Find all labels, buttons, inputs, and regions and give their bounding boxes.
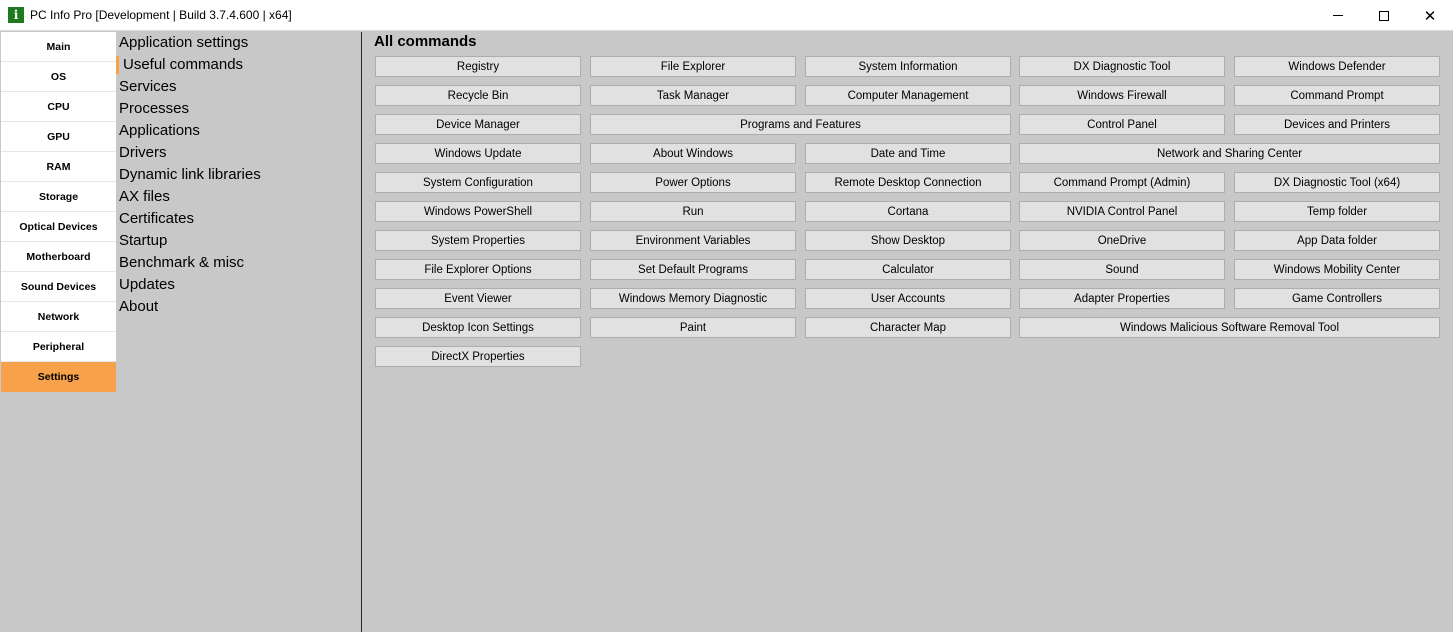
command-button-user-accounts[interactable]: User Accounts — [805, 288, 1011, 309]
nav-item-settings[interactable]: Settings — [1, 362, 116, 392]
left-nav: Main OS CPU GPU RAM Storage Optical Devices Mot… — [1, 32, 116, 632]
settings-item-certificates[interactable]: Certificates — [116, 208, 361, 230]
command-button-command-prompt-admin[interactable]: Command Prompt (Admin) — [1019, 172, 1225, 193]
command-button-windows-malicious-software-removal-tool[interactable]: Windows Malicious Software Removal Tool — [1019, 317, 1440, 338]
section-title: All commands — [374, 33, 477, 50]
command-button-cortana[interactable]: Cortana — [805, 201, 1011, 222]
command-button-system-information[interactable]: System Information — [805, 56, 1011, 77]
command-button-windows-mobility-center[interactable]: Windows Mobility Center — [1234, 259, 1440, 280]
nav-item-storage[interactable]: Storage — [1, 182, 116, 212]
command-button-computer-management[interactable]: Computer Management — [805, 85, 1011, 106]
command-button-system-configuration[interactable]: System Configuration — [375, 172, 581, 193]
commands-panel: All commands Registry File Explorer System… — [363, 32, 1453, 632]
command-button-set-default-programs[interactable]: Set Default Programs — [590, 259, 796, 280]
command-button-date-and-time[interactable]: Date and Time — [805, 143, 1011, 164]
command-button-network-and-sharing-center[interactable]: Network and Sharing Center — [1019, 143, 1440, 164]
app-icon: i — [8, 7, 24, 23]
nav-item-ram[interactable]: RAM — [1, 152, 116, 182]
command-button-app-data-folder[interactable]: App Data folder — [1234, 230, 1440, 251]
minimize-icon — [1333, 15, 1343, 16]
nav-item-network[interactable]: Network — [1, 302, 116, 332]
command-button-windows-defender[interactable]: Windows Defender — [1234, 56, 1440, 77]
minimize-button[interactable] — [1315, 0, 1361, 31]
close-button[interactable]: ✕ — [1407, 0, 1453, 31]
command-button-paint[interactable]: Paint — [590, 317, 796, 338]
settings-item-startup[interactable]: Startup — [116, 230, 361, 252]
settings-item-benchmark-misc[interactable]: Benchmark & misc — [116, 252, 361, 274]
nav-item-optical-devices[interactable]: Optical Devices — [1, 212, 116, 242]
settings-item-drivers[interactable]: Drivers — [116, 142, 361, 164]
nav-item-os[interactable]: OS — [1, 62, 116, 92]
command-button-character-map[interactable]: Character Map — [805, 317, 1011, 338]
settings-item-ax-files[interactable]: AX files — [116, 186, 361, 208]
nav-item-motherboard[interactable]: Motherboard — [1, 242, 116, 272]
command-button-task-manager[interactable]: Task Manager — [590, 85, 796, 106]
settings-item-dynamic-link-libraries[interactable]: Dynamic link libraries — [116, 164, 361, 186]
command-button-registry[interactable]: Registry — [375, 56, 581, 77]
command-button-file-explorer[interactable]: File Explorer — [590, 56, 796, 77]
nav-item-main[interactable]: Main — [1, 32, 116, 62]
settings-list: Application settings Useful commands Servi… — [116, 32, 362, 632]
command-button-sound[interactable]: Sound — [1019, 259, 1225, 280]
command-button-windows-firewall[interactable]: Windows Firewall — [1019, 85, 1225, 106]
settings-item-services[interactable]: Services — [116, 76, 361, 98]
command-button-dx-diagnostic-tool-x64[interactable]: DX Diagnostic Tool (x64) — [1234, 172, 1440, 193]
nav-item-gpu[interactable]: GPU — [1, 122, 116, 152]
command-button-device-manager[interactable]: Device Manager — [375, 114, 581, 135]
nav-item-sound-devices[interactable]: Sound Devices — [1, 272, 116, 302]
command-button-temp-folder[interactable]: Temp folder — [1234, 201, 1440, 222]
command-button-control-panel[interactable]: Control Panel — [1019, 114, 1225, 135]
settings-item-application-settings[interactable]: Application settings — [116, 32, 361, 54]
command-button-command-prompt[interactable]: Command Prompt — [1234, 85, 1440, 106]
command-button-recycle-bin[interactable]: Recycle Bin — [375, 85, 581, 106]
command-button-directx-properties[interactable]: DirectX Properties — [375, 346, 581, 367]
command-button-windows-update[interactable]: Windows Update — [375, 143, 581, 164]
command-button-file-explorer-options[interactable]: File Explorer Options — [375, 259, 581, 280]
command-button-adapter-properties[interactable]: Adapter Properties — [1019, 288, 1225, 309]
command-button-windows-memory-diagnostic[interactable]: Windows Memory Diagnostic — [590, 288, 796, 309]
command-button-show-desktop[interactable]: Show Desktop — [805, 230, 1011, 251]
settings-item-updates[interactable]: Updates — [116, 274, 361, 296]
settings-item-useful-commands[interactable]: Useful commands — [116, 54, 361, 76]
maximize-button[interactable] — [1361, 0, 1407, 31]
command-button-programs-and-features[interactable]: Programs and Features — [590, 114, 1011, 135]
command-button-devices-and-printers[interactable]: Devices and Printers — [1234, 114, 1440, 135]
command-button-desktop-icon-settings[interactable]: Desktop Icon Settings — [375, 317, 581, 338]
settings-item-processes[interactable]: Processes — [116, 98, 361, 120]
command-button-about-windows[interactable]: About Windows — [590, 143, 796, 164]
command-button-environment-variables[interactable]: Environment Variables — [590, 230, 796, 251]
command-button-power-options[interactable]: Power Options — [590, 172, 796, 193]
settings-item-about[interactable]: About — [116, 296, 361, 318]
title-bar: i PC Info Pro [Development | Build 3.7.4… — [0, 0, 1453, 31]
command-button-remote-desktop-connection[interactable]: Remote Desktop Connection — [805, 172, 1011, 193]
command-button-calculator[interactable]: Calculator — [805, 259, 1011, 280]
command-button-game-controllers[interactable]: Game Controllers — [1234, 288, 1440, 309]
close-icon: ✕ — [1423, 7, 1437, 25]
nav-item-peripheral[interactable]: Peripheral — [1, 332, 116, 362]
maximize-icon — [1379, 10, 1389, 21]
settings-item-applications[interactable]: Applications — [116, 120, 361, 142]
command-button-nvidia-control-panel[interactable]: NVIDIA Control Panel — [1019, 201, 1225, 222]
command-button-windows-powershell[interactable]: Windows PowerShell — [375, 201, 581, 222]
command-button-run[interactable]: Run — [590, 201, 796, 222]
nav-item-cpu[interactable]: CPU — [1, 92, 116, 122]
command-button-event-viewer[interactable]: Event Viewer — [375, 288, 581, 309]
command-button-onedrive[interactable]: OneDrive — [1019, 230, 1225, 251]
window-title: PC Info Pro [Development | Build 3.7.4.6… — [30, 8, 292, 22]
command-button-dx-diagnostic-tool[interactable]: DX Diagnostic Tool — [1019, 56, 1225, 77]
command-button-system-properties[interactable]: System Properties — [375, 230, 581, 251]
